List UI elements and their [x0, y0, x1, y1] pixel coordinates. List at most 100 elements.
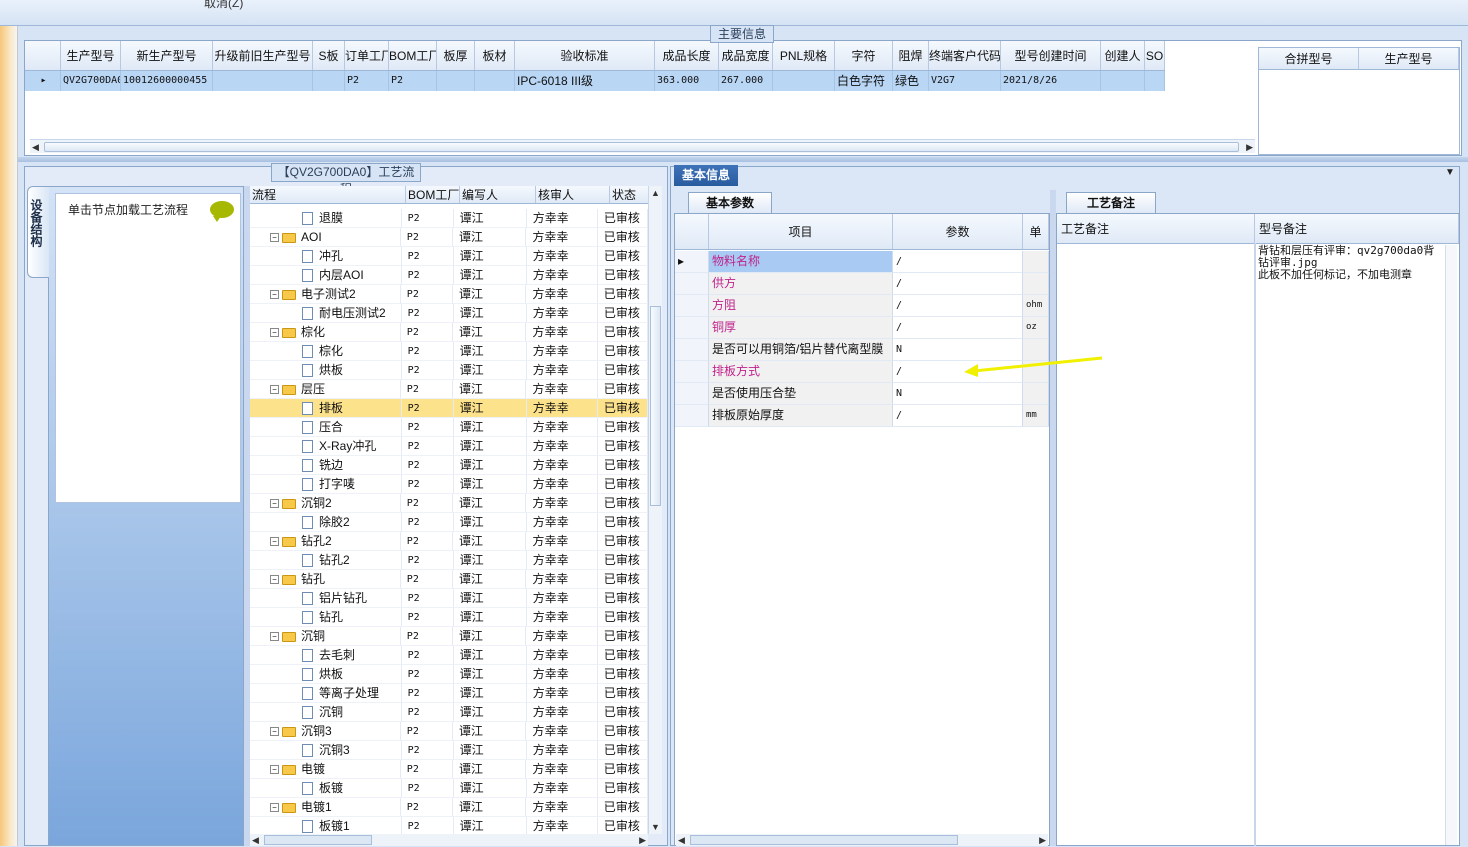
tree-row[interactable]: X-Ray冲孔 P2 谭江 方幸幸 已审核	[250, 437, 648, 456]
tree-node-cell[interactable]: 排板	[250, 399, 402, 418]
tree-node-cell[interactable]: 板镀	[250, 779, 402, 798]
collapse-icon[interactable]: −	[270, 499, 279, 509]
scroll-thumb[interactable]	[264, 835, 372, 845]
param-hscrollbar[interactable]: ◀ ▶	[676, 834, 1048, 846]
tree-node-cell[interactable]: − 沉铜3	[250, 722, 401, 741]
collapse-icon[interactable]: −	[270, 803, 279, 813]
collapse-icon[interactable]: −	[270, 385, 279, 395]
tree-hscrollbar[interactable]: ◀ ▶	[250, 834, 648, 846]
tree-node-cell[interactable]: − 层压	[250, 380, 401, 399]
tree-row[interactable]: 烘板 P2 谭江 方幸幸 已审核	[250, 361, 648, 380]
main-col-6[interactable]: 板厚	[437, 41, 475, 70]
tree-node-cell[interactable]: 退膜	[250, 209, 402, 228]
tree-node-cell[interactable]: 铣边	[250, 456, 402, 475]
tree-node-cell[interactable]: 沉铜	[250, 703, 402, 722]
tree-row[interactable]: 板镀 P2 谭江 方幸幸 已审核	[250, 779, 648, 798]
tree-col-2[interactable]: 编写人	[460, 186, 536, 203]
main-col-11[interactable]: PNL规格	[773, 41, 835, 70]
tree-node-cell[interactable]: − AOI	[250, 228, 401, 247]
tab-basic-params[interactable]: 基本参数	[688, 192, 772, 213]
param-value-field[interactable]: /	[893, 295, 1023, 317]
main-cell-1[interactable]: 10012600000455	[121, 71, 213, 91]
tree-node-cell[interactable]: − 沉铜	[250, 627, 401, 646]
scroll-left-icon[interactable]: ◀	[252, 833, 259, 847]
param-value-field[interactable]: N	[893, 383, 1023, 405]
collapse-icon[interactable]: −	[270, 727, 279, 737]
tree-row[interactable]: − 钻孔 P2 谭江 方幸幸 已审核	[250, 570, 649, 589]
tree-row[interactable]: 铝片钻孔 P2 谭江 方幸幸 已审核	[250, 589, 648, 608]
tab-device-structure[interactable]: 设备结构	[27, 186, 49, 278]
param-row[interactable]: 供方 /	[675, 273, 1049, 295]
tree-node-cell[interactable]: 除胶2	[250, 513, 402, 532]
collapse-icon[interactable]: −	[270, 632, 279, 642]
param-value-field[interactable]: /	[893, 317, 1023, 339]
scroll-thumb[interactable]	[650, 306, 661, 506]
main-cell-13[interactable]: 绿色	[893, 71, 929, 91]
main-cell-11[interactable]	[773, 71, 835, 91]
scroll-right-icon[interactable]: ▶	[1039, 833, 1046, 847]
tree-vscrollbar[interactable]: ▲ ▼	[648, 186, 662, 834]
collapse-icon[interactable]: −	[270, 233, 279, 243]
main-col-8[interactable]: 验收标准	[515, 41, 655, 70]
tree-node-cell[interactable]: 沉铜3	[250, 741, 402, 760]
tree-row[interactable]: 去毛刺 P2 谭江 方幸幸 已审核	[250, 646, 648, 665]
tree-row[interactable]: − 层压 P2 谭江 方幸幸 已审核	[250, 380, 649, 399]
tree-row[interactable]: 钻孔 P2 谭江 方幸幸 已审核	[250, 608, 648, 627]
scroll-right-icon[interactable]: ▶	[639, 833, 646, 847]
tree-node-cell[interactable]: − 沉铜2	[250, 494, 401, 513]
tab-basic-info[interactable]: 基本信息	[674, 165, 738, 186]
tree-row[interactable]: − AOI P2 谭江 方幸幸 已审核	[250, 228, 649, 247]
param-value-field[interactable]: /	[893, 405, 1023, 427]
tree-row[interactable]: 钻孔2 P2 谭江 方幸幸 已审核	[250, 551, 648, 570]
param-row[interactable]: 排板原始厚度 / mm	[675, 405, 1049, 427]
main-col-3[interactable]: S板	[313, 41, 345, 70]
tree-node-cell[interactable]: − 钻孔	[250, 570, 401, 589]
main-cell-17[interactable]	[1145, 71, 1165, 91]
main-col-1[interactable]: 新生产型号	[121, 41, 213, 70]
model-note-text[interactable]: 背钻和层压有评审：qv2g700da0背 钻评审.jpg 此板不加任何标记，不加…	[1258, 245, 1444, 281]
tree-row[interactable]: 烘板 P2 谭江 方幸幸 已审核	[250, 665, 648, 684]
tree-node-cell[interactable]: 去毛刺	[250, 646, 402, 665]
tree-row[interactable]: 等离子处理 P2 谭江 方幸幸 已审核	[250, 684, 648, 703]
tree-node-cell[interactable]: 铝片钻孔	[250, 589, 402, 608]
main-cell-7[interactable]	[475, 71, 515, 91]
tree-row[interactable]: − 沉铜 P2 谭江 方幸幸 已审核	[250, 627, 649, 646]
main-cell-12[interactable]: 白色字符	[835, 71, 893, 91]
chevron-down-icon[interactable]: ▼	[1445, 167, 1455, 178]
main-cell-6[interactable]	[437, 71, 475, 91]
collapse-icon[interactable]: −	[270, 290, 279, 300]
main-cell-5[interactable]: P2	[389, 71, 437, 91]
main-cell-3[interactable]	[313, 71, 345, 91]
main-cell-0[interactable]: QV2G700DA0	[61, 71, 121, 91]
tree-row[interactable]: − 电子测试2 P2 谭江 方幸幸 已审核	[250, 285, 649, 304]
tree-node-cell[interactable]: X-Ray冲孔	[250, 437, 402, 456]
tree-col-3[interactable]: 核审人	[536, 186, 610, 203]
cancel-button[interactable]: 取消(Z)	[204, 0, 243, 11]
tree-row[interactable]: − 沉铜2 P2 谭江 方幸幸 已审核	[250, 494, 649, 513]
tree-row[interactable]: − 沉铜3 P2 谭江 方幸幸 已审核	[250, 722, 649, 741]
param-value-field[interactable]: /	[893, 251, 1023, 273]
tree-col-1[interactable]: BOM工厂	[406, 186, 460, 203]
tree-col-0[interactable]: 流程	[250, 186, 406, 203]
tree-node-cell[interactable]: 内层AOI	[250, 266, 402, 285]
tree-node-cell[interactable]: 烘板	[250, 361, 402, 380]
param-value-field[interactable]: /	[893, 273, 1023, 295]
tree-node-cell[interactable]: 钻孔	[250, 608, 402, 627]
tab-craft-notes[interactable]: 工艺备注	[1066, 192, 1156, 213]
param-row[interactable]: ▸ 物料名称 /	[675, 251, 1049, 273]
tree-node-cell[interactable]: 烘板	[250, 665, 402, 684]
main-cell-16[interactable]	[1101, 71, 1145, 91]
tree-node-cell[interactable]: 压合	[250, 418, 402, 437]
param-row[interactable]: 方阻 / ohm	[675, 295, 1049, 317]
scroll-left-icon[interactable]: ◀	[678, 833, 685, 847]
scroll-thumb[interactable]	[690, 835, 958, 845]
main-col-16[interactable]: 创建人	[1101, 41, 1145, 70]
scroll-left-icon[interactable]: ◀	[32, 140, 39, 154]
note-vscrollbar[interactable]	[1445, 245, 1457, 845]
main-cell-10[interactable]: 267.000	[719, 71, 773, 91]
tree-row[interactable]: 退膜 P2 谭江 方幸幸 已审核	[250, 209, 648, 228]
tree-row[interactable]: 压合 P2 谭江 方幸幸 已审核	[250, 418, 648, 437]
tree-row[interactable]: 板镀1 P2 谭江 方幸幸 已审核	[250, 817, 648, 834]
main-col-12[interactable]: 字符	[835, 41, 893, 70]
param-row[interactable]: 铜厚 / oz	[675, 317, 1049, 339]
